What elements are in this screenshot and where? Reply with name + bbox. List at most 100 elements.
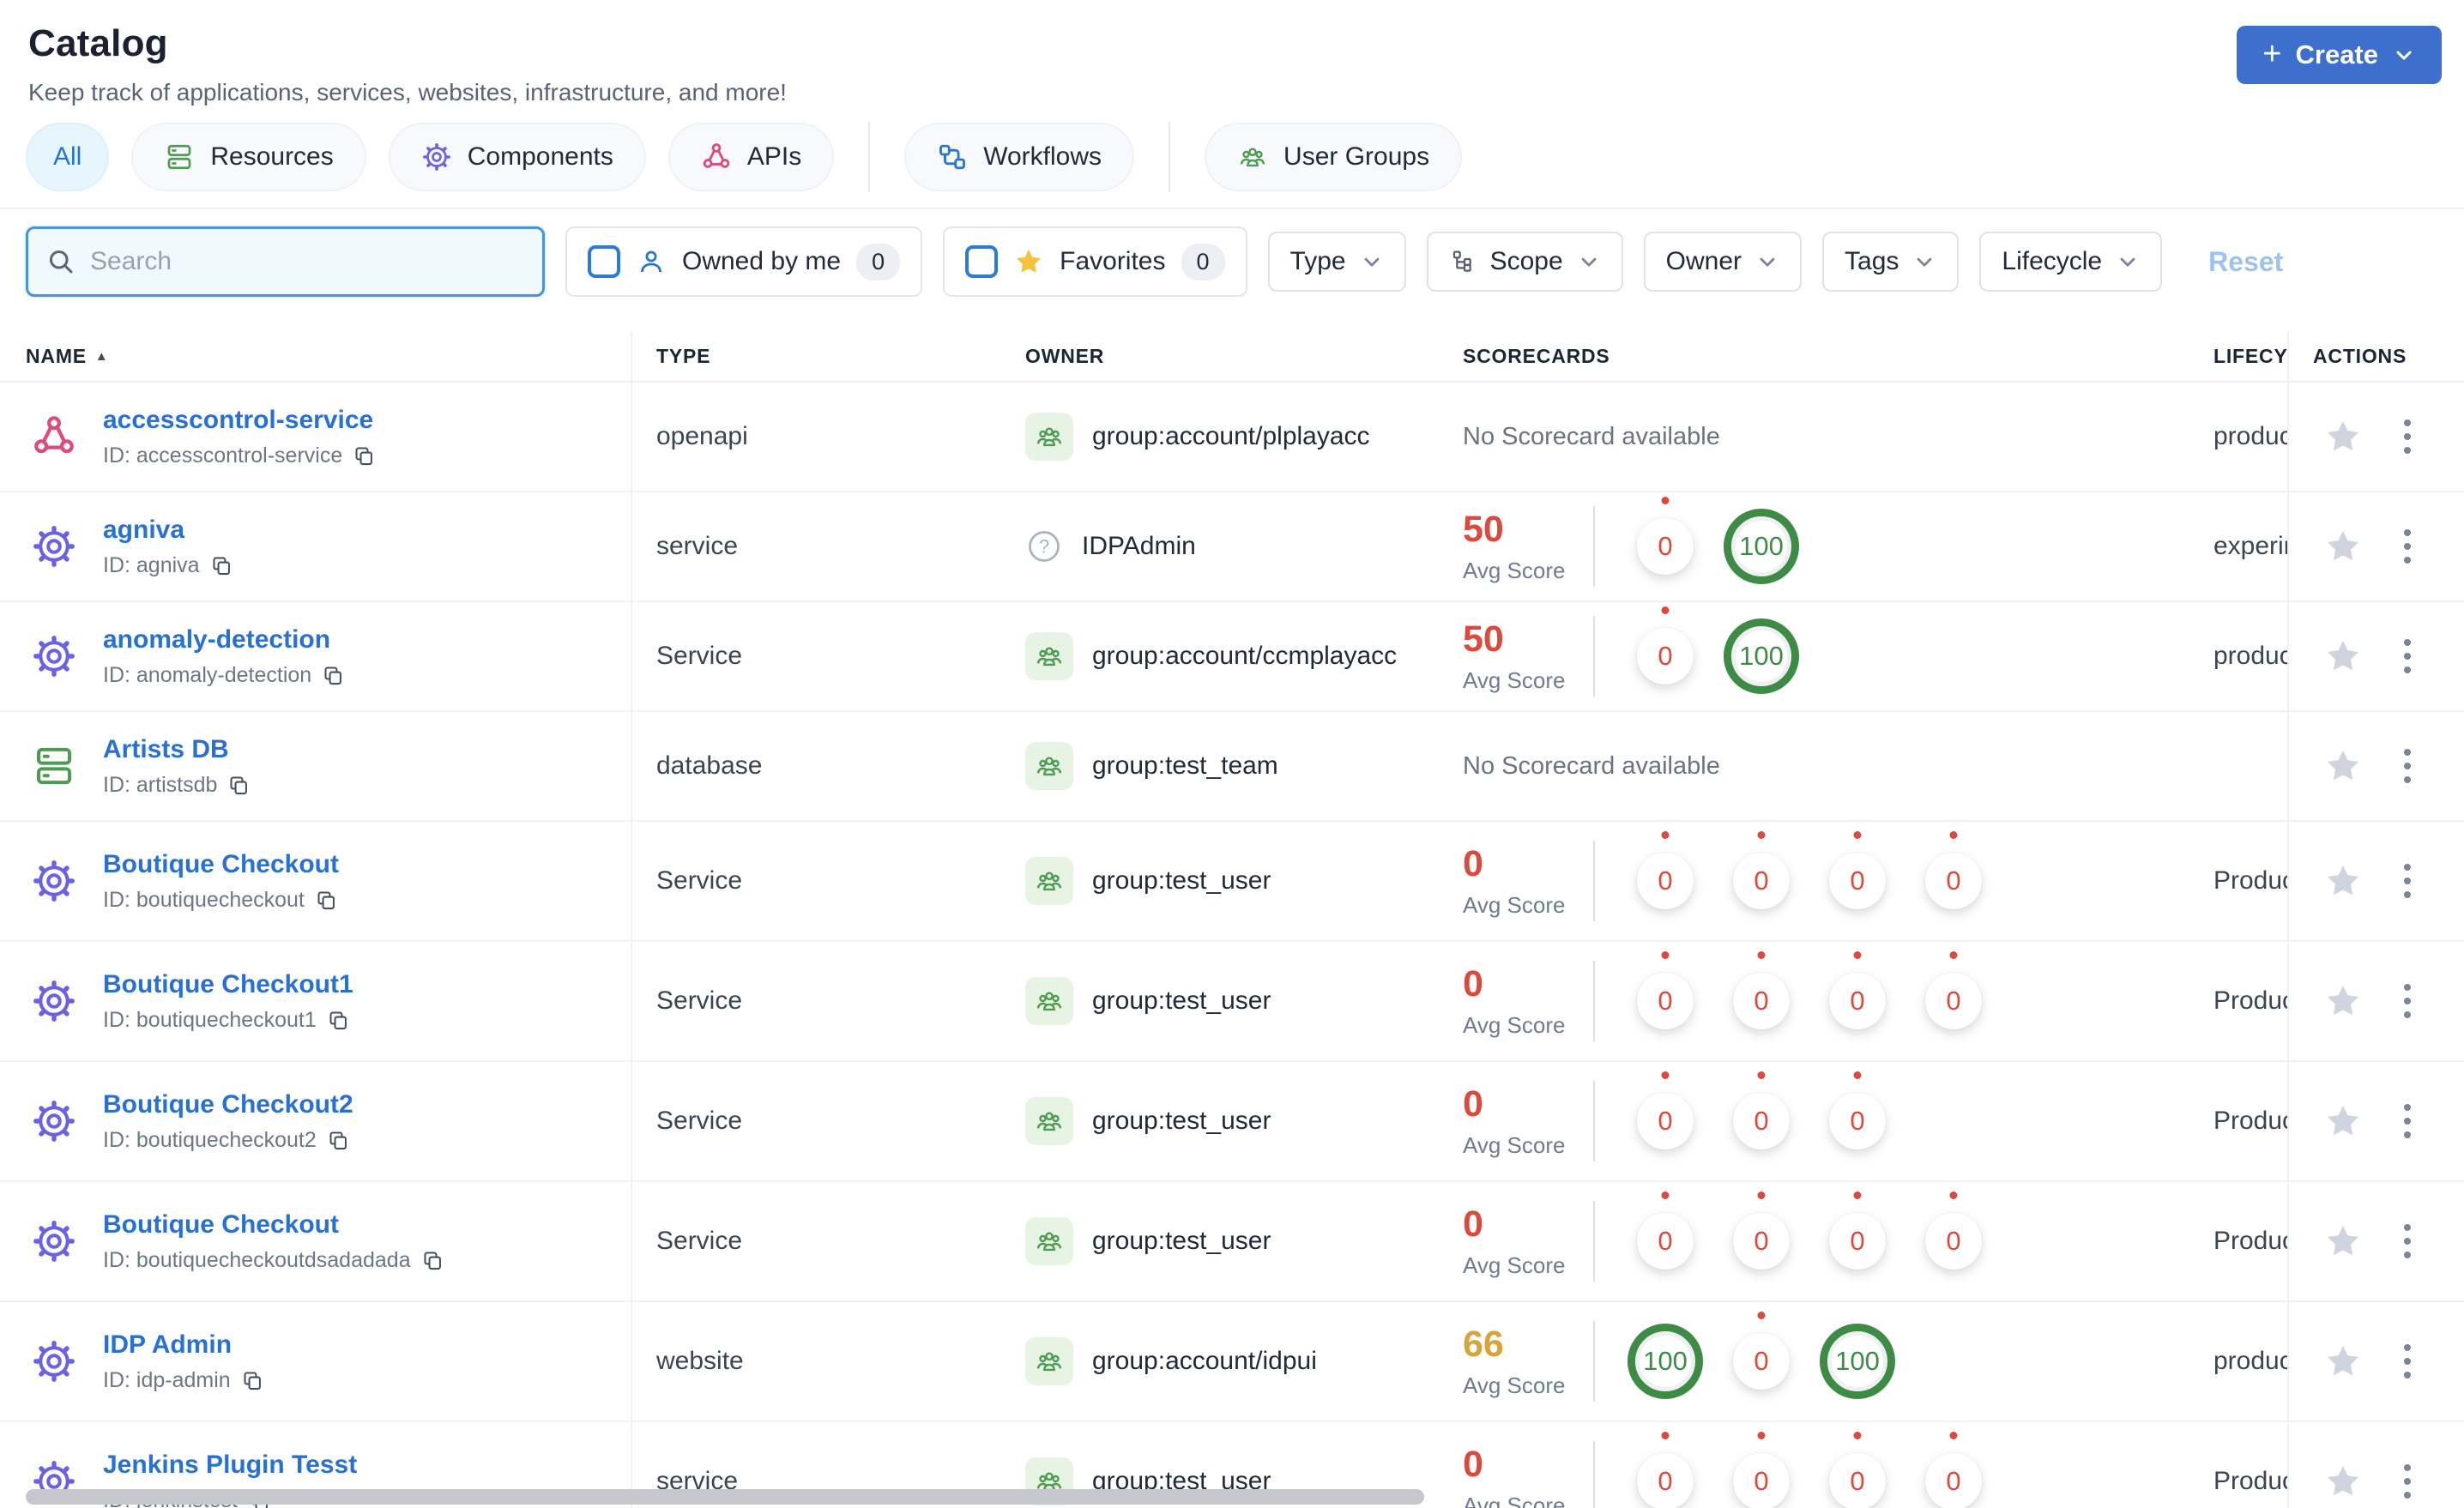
scorecard-score-circle[interactable]: 0 xyxy=(1905,1190,2002,1293)
tab-resources[interactable]: Resources xyxy=(131,123,366,191)
scorecard-score-circle[interactable]: 0 xyxy=(1617,1430,1713,1508)
kebab-menu-button[interactable] xyxy=(2399,524,2416,569)
kebab-menu-button[interactable] xyxy=(2399,744,2416,788)
scorecard-score-circle[interactable]: 0 xyxy=(1617,605,1713,708)
scorecard-score-circle[interactable]: 100 xyxy=(1713,605,1809,708)
kebab-menu-button[interactable] xyxy=(2399,859,2416,903)
scorecard-score-circle[interactable]: 0 xyxy=(1809,1430,1905,1508)
copy-icon[interactable] xyxy=(327,1009,350,1032)
tab-components[interactable]: Components xyxy=(388,123,646,191)
copy-icon[interactable] xyxy=(353,444,376,467)
copy-icon[interactable] xyxy=(210,554,233,577)
horizontal-scrollbar[interactable] xyxy=(26,1489,1424,1505)
entity-name-link[interactable]: accesscontrol-service xyxy=(103,406,373,434)
actions-cell xyxy=(2287,1062,2464,1180)
table-row: Boutique Checkout2 ID: boutiquecheckout2… xyxy=(0,1062,2464,1182)
scorecard-score-circle[interactable]: 0 xyxy=(1905,1430,2002,1508)
scorecard-score-circle[interactable]: 0 xyxy=(1617,1190,1713,1293)
favorite-star-button[interactable] xyxy=(2323,417,2363,456)
tab-all[interactable]: All xyxy=(26,123,110,191)
reset-filters-link[interactable]: Reset xyxy=(2208,246,2283,278)
favorite-star-button[interactable] xyxy=(2323,527,2363,566)
scorecard-score-circle[interactable]: 0 xyxy=(1809,1190,1905,1293)
scorecard-score-circle[interactable]: 0 xyxy=(1809,829,1905,932)
lifecycle-dropdown[interactable]: Lifecycle xyxy=(1979,232,2163,292)
column-header-name[interactable]: NAME ▲ xyxy=(0,345,631,368)
favorites-checkbox[interactable] xyxy=(965,245,999,278)
entity-name-link[interactable]: Artists DB xyxy=(103,735,229,763)
favorites-filter[interactable]: Favorites 0 xyxy=(943,226,1247,297)
scope-dropdown[interactable]: Scope xyxy=(1426,232,1623,292)
page-title: Catalog xyxy=(28,22,168,64)
owner-dropdown-label: Owner xyxy=(1665,247,1742,275)
scorecard-score-circle[interactable]: 100 xyxy=(1713,495,1809,598)
favorite-star-button[interactable] xyxy=(2323,1462,2363,1501)
entity-name-link[interactable]: Boutique Checkout2 xyxy=(103,1090,353,1119)
scorecard-score-circle[interactable]: 100 xyxy=(1809,1310,1905,1413)
copy-icon[interactable] xyxy=(227,774,251,797)
favorite-star-button[interactable] xyxy=(2323,746,2363,786)
scorecard-score-circle[interactable]: 0 xyxy=(1713,829,1809,932)
entity-name-link[interactable]: Boutique Checkout1 xyxy=(103,970,353,998)
scorecard-score-circle[interactable]: 0 xyxy=(1617,495,1713,598)
search-box[interactable] xyxy=(26,226,545,297)
scorecard-score-circle[interactable]: 0 xyxy=(1617,950,1713,1053)
entity-name-link[interactable]: Boutique Checkout xyxy=(103,850,339,878)
entity-name-link[interactable]: agniva xyxy=(103,516,184,544)
copy-icon[interactable] xyxy=(322,664,345,687)
tab-divider xyxy=(1169,122,1171,192)
copy-icon[interactable] xyxy=(241,1369,264,1392)
gear-icon xyxy=(31,858,77,904)
copy-icon[interactable] xyxy=(327,1129,350,1152)
scorecard-score-circle[interactable]: 0 xyxy=(1809,950,1905,1053)
search-input[interactable] xyxy=(90,247,525,276)
copy-icon[interactable] xyxy=(315,889,338,912)
owned-by-me-checkbox[interactable] xyxy=(588,245,620,278)
favorite-star-button[interactable] xyxy=(2323,861,2363,901)
tags-dropdown[interactable]: Tags xyxy=(1822,232,1960,292)
scorecard-score-circle[interactable]: 0 xyxy=(1617,829,1713,932)
kebab-menu-button[interactable] xyxy=(2399,1459,2416,1504)
tab-user-groups[interactable]: User Groups xyxy=(1205,123,1463,191)
favorite-star-button[interactable] xyxy=(2323,1342,2363,1381)
scorecard-score-circle[interactable]: 0 xyxy=(1905,829,2002,932)
favorite-star-button[interactable] xyxy=(2323,1221,2363,1261)
type-value: openapi xyxy=(656,422,748,450)
kebab-menu-button[interactable] xyxy=(2399,1219,2416,1264)
scorecards-cell: 50 Avg Score 0 100 xyxy=(1437,605,2188,708)
copy-icon[interactable] xyxy=(421,1249,444,1272)
entity-name-link[interactable]: anomaly-detection xyxy=(103,625,330,654)
tab-apis-label: APIs xyxy=(746,142,802,171)
favorite-star-button[interactable] xyxy=(2323,1101,2363,1141)
kebab-menu-button[interactable] xyxy=(2399,634,2416,679)
scorecard-score-circle[interactable]: 0 xyxy=(1713,1070,1809,1173)
tab-apis[interactable]: APIs xyxy=(667,123,835,191)
sort-asc-icon: ▲ xyxy=(94,348,109,364)
actions-cell xyxy=(2287,1422,2464,1508)
entity-name-link[interactable]: Boutique Checkout xyxy=(103,1210,339,1239)
create-button[interactable]: + Create xyxy=(2237,26,2442,84)
favorite-star-button[interactable] xyxy=(2323,636,2363,676)
entity-name-link[interactable]: IDP Admin xyxy=(103,1330,232,1359)
entity-name-link[interactable]: Jenkins Plugin Tesst xyxy=(103,1451,357,1479)
scorecard-score-circle[interactable]: 0 xyxy=(1713,950,1809,1053)
lifecycle-value: produc xyxy=(2213,642,2287,670)
owner-dropdown[interactable]: Owner xyxy=(1643,232,1803,292)
kebab-menu-button[interactable] xyxy=(2399,1339,2416,1384)
kebab-menu-button[interactable] xyxy=(2399,414,2416,459)
scorecard-score-circle[interactable]: 0 xyxy=(1809,1070,1905,1173)
scorecard-score-circle[interactable]: 0 xyxy=(1713,1310,1809,1413)
question-circle-icon: ? xyxy=(1025,528,1063,565)
scorecard-score-circle[interactable]: 100 xyxy=(1617,1310,1713,1413)
scorecard-score-circle[interactable]: 0 xyxy=(1713,1190,1809,1293)
owned-by-me-filter[interactable]: Owned by me 0 xyxy=(565,226,923,297)
favorite-star-button[interactable] xyxy=(2323,981,2363,1021)
kebab-menu-button[interactable] xyxy=(2399,1099,2416,1143)
type-dropdown[interactable]: Type xyxy=(1267,232,1406,292)
kebab-menu-button[interactable] xyxy=(2399,979,2416,1023)
tab-workflows[interactable]: Workflows xyxy=(904,123,1135,191)
name-block: Boutique Checkout2 ID: boutiquecheckout2 xyxy=(103,1090,353,1153)
scorecard-score-circle[interactable]: 0 xyxy=(1713,1430,1809,1508)
scorecard-score-circle[interactable]: 0 xyxy=(1617,1070,1713,1173)
scorecard-score-circle[interactable]: 0 xyxy=(1905,950,2002,1053)
